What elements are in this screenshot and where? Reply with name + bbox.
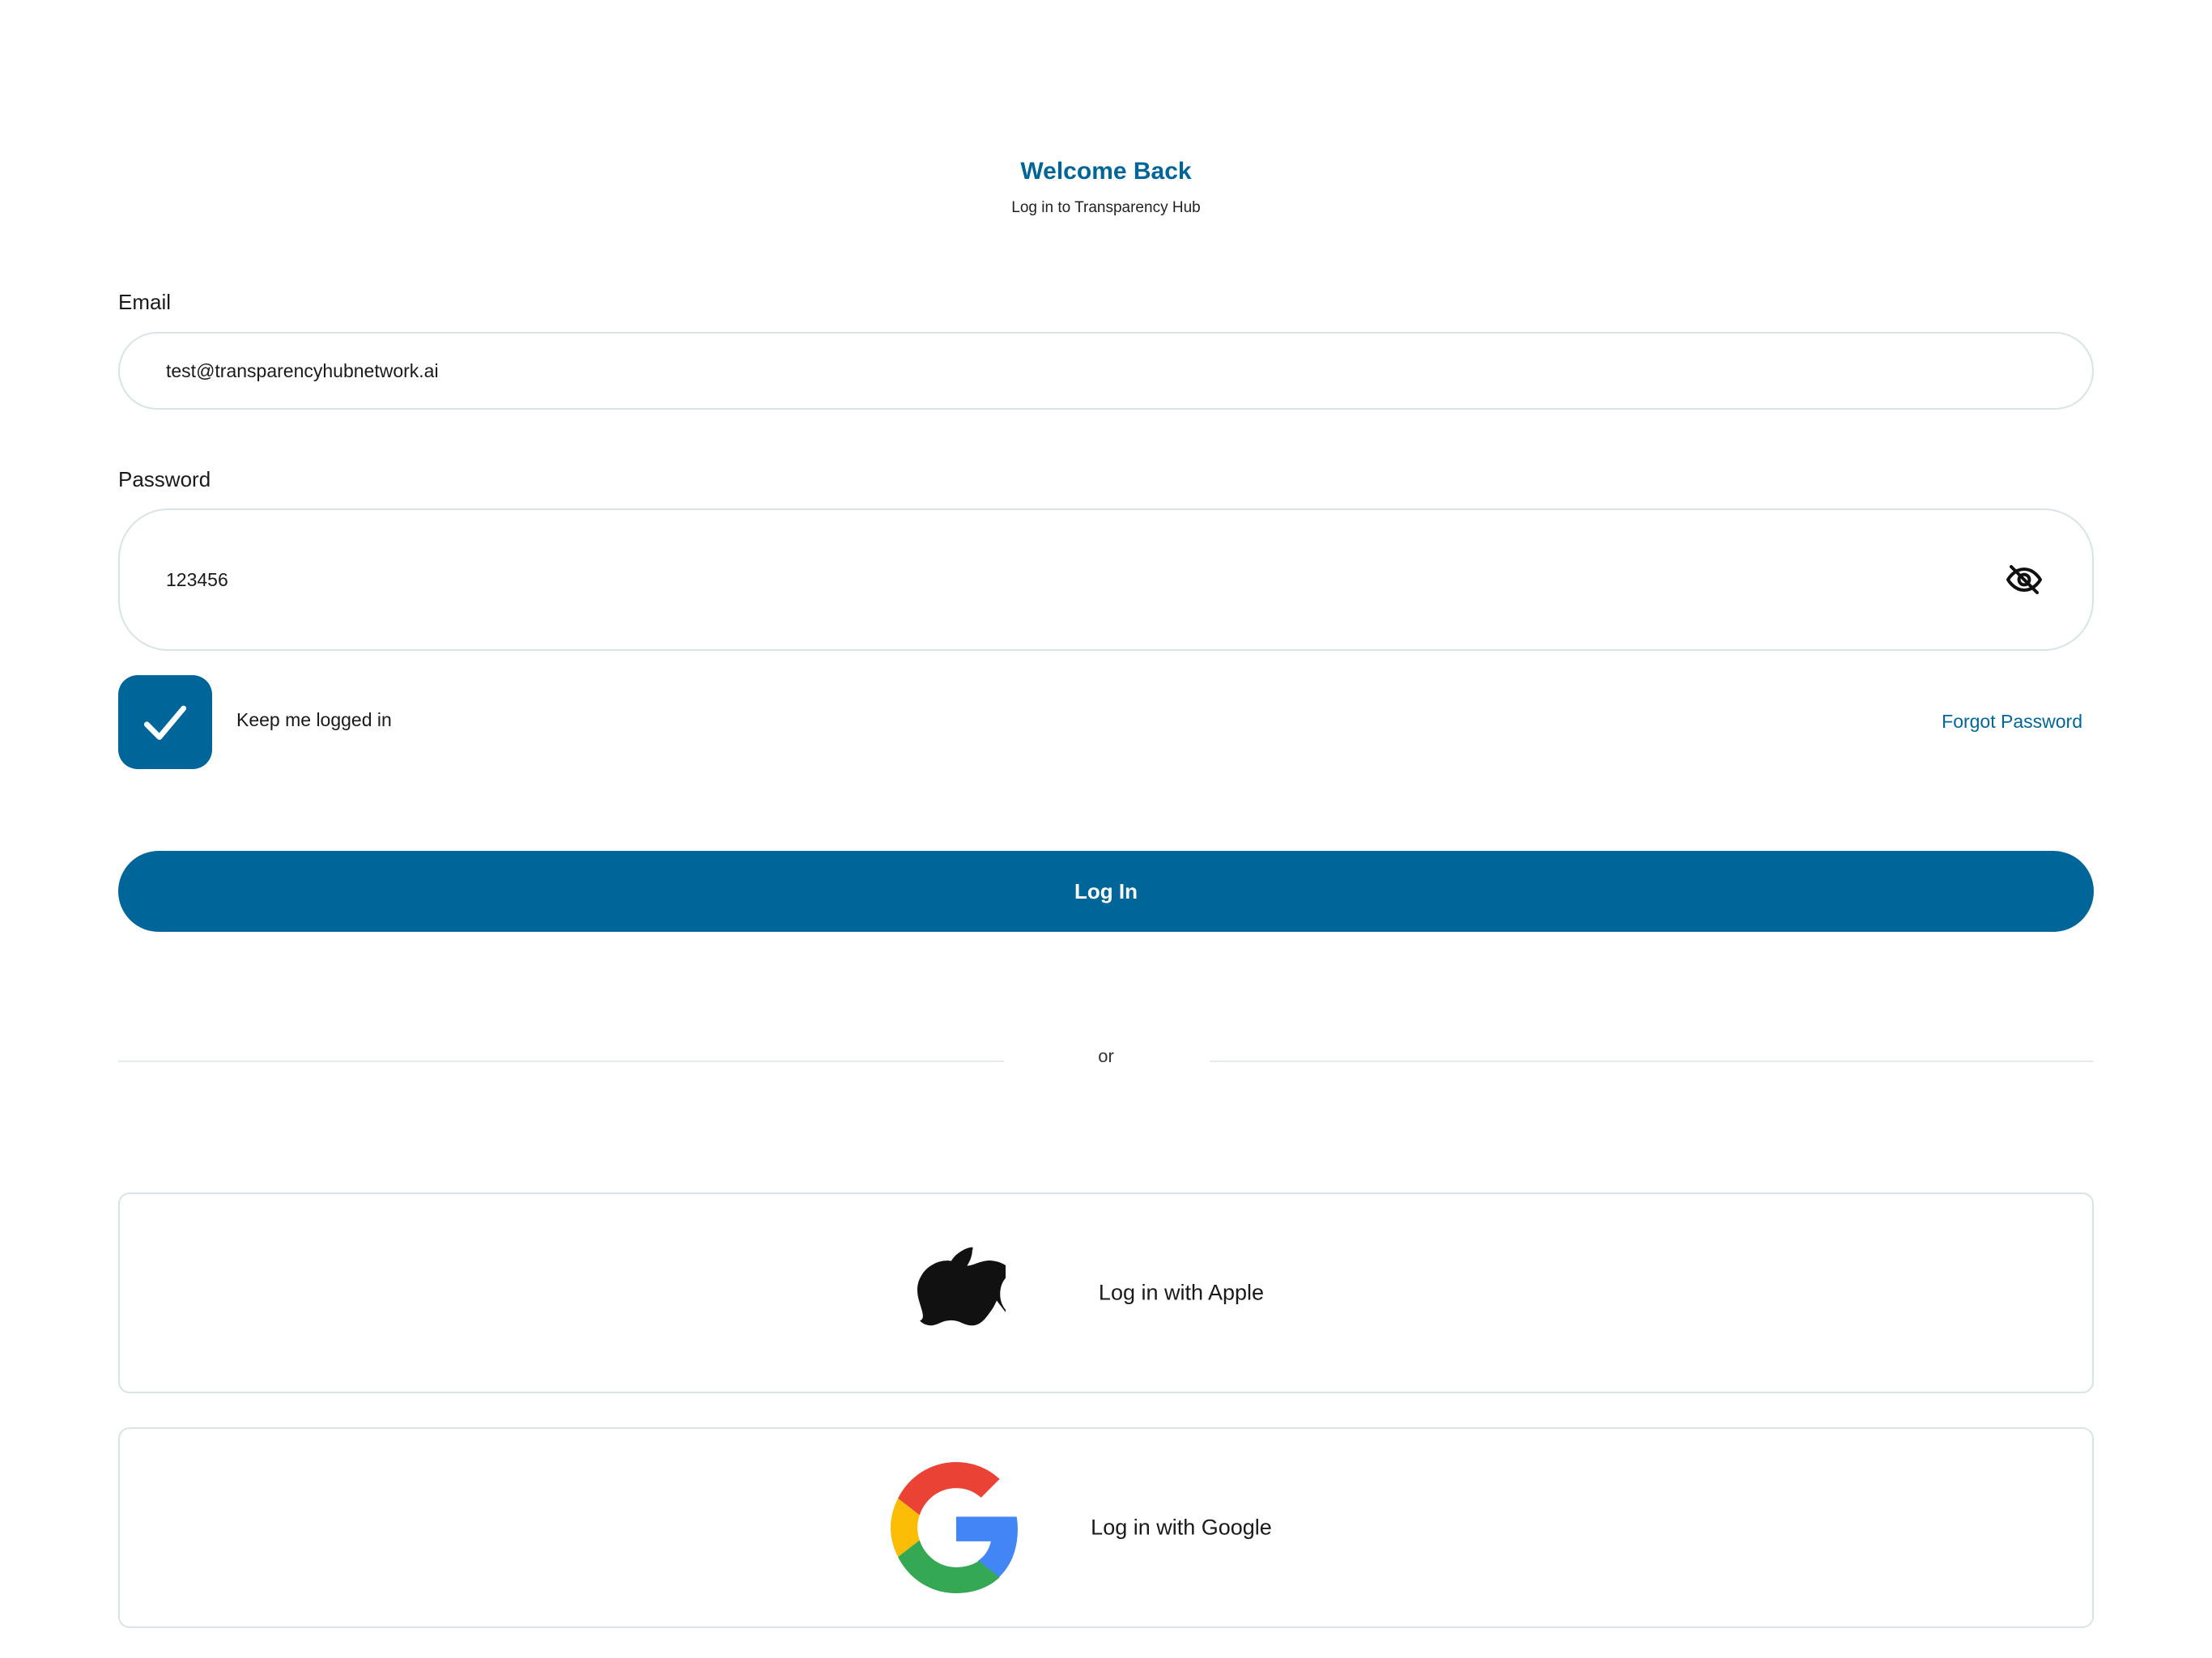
- header: Welcome Back Log in to Transparency Hub: [0, 155, 2212, 219]
- checkmark-icon: [143, 705, 187, 740]
- login-page: Welcome Back Log in to Transparency Hub …: [0, 0, 2212, 1658]
- email-value: test@transparencyhubnetwork.ai: [166, 359, 439, 381]
- password-field[interactable]: 123456: [118, 508, 2094, 651]
- page-title: Welcome Back: [1020, 158, 1192, 185]
- divider-text: or: [1098, 1046, 1114, 1066]
- page-subtitle: Log in to Transparency Hub: [1011, 199, 1201, 216]
- forgot-password-link[interactable]: Forgot Password: [1942, 711, 2082, 733]
- email-field[interactable]: test@transparencyhubnetwork.ai: [118, 332, 2094, 410]
- google-login-label: Log in with Google: [1091, 1515, 1272, 1540]
- keep-logged-in-label: Keep me logged in: [236, 709, 392, 730]
- login-button[interactable]: Log In: [118, 851, 2094, 932]
- google-login-button[interactable]: Log in with Google: [118, 1427, 2094, 1628]
- apple-login-button[interactable]: Log in with Apple: [118, 1192, 2094, 1393]
- divider-right: [1210, 1061, 2094, 1062]
- email-label: Email: [118, 290, 172, 314]
- apple-login-label: Log in with Apple: [1098, 1280, 1265, 1305]
- password-value: 123456: [166, 568, 228, 590]
- password-label: Password: [118, 467, 211, 491]
- keep-logged-in-checkbox[interactable]: [118, 675, 212, 769]
- eye-slash-icon[interactable]: [2005, 560, 2044, 599]
